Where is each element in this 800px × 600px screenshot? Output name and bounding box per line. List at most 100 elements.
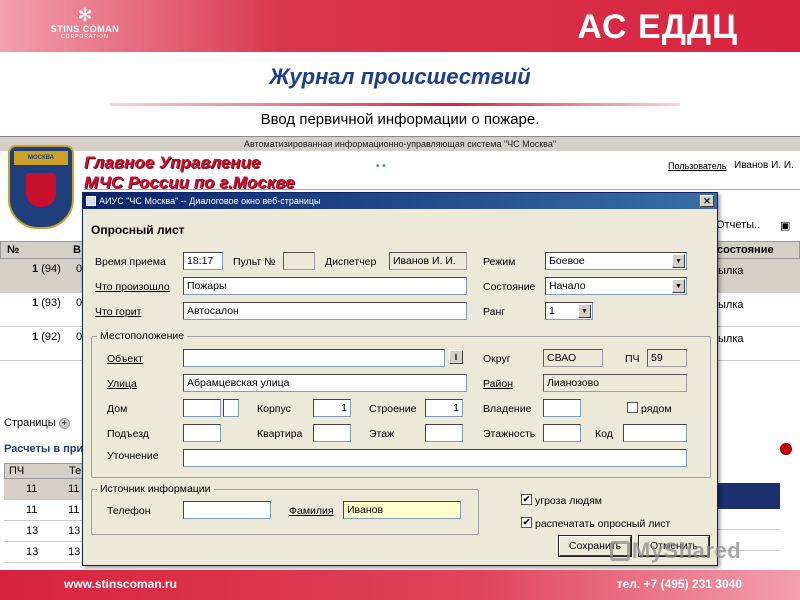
entrance-field[interactable] [183, 424, 221, 442]
chevron-down-icon[interactable]: ▼ [672, 254, 685, 268]
table-row[interactable]: 11 11 [4, 479, 84, 500]
grid-header: № В [0, 241, 84, 259]
what-happened-field[interactable]: Пожары [183, 277, 467, 295]
mchs-emblem-icon: МОСКВА [8, 145, 74, 229]
reports-icon[interactable]: ▣ [780, 219, 790, 232]
logo-mark-icon: ✻ [77, 5, 93, 25]
street-label[interactable]: Улица [107, 378, 137, 390]
entrance-label: Подъезд [107, 428, 149, 440]
app-caption: Автоматизированная информационно-управля… [0, 137, 800, 151]
phone-field[interactable] [183, 501, 271, 519]
slide-header-bar: ✻ STINS COMAN CORPORATION АС ЕДДЦ [0, 0, 800, 52]
reports-link[interactable]: Отчеты.. [716, 219, 760, 231]
floors-total-field[interactable] [543, 424, 581, 442]
pch-field[interactable]: 59 [647, 349, 687, 367]
area-field[interactable]: Лианозово [543, 374, 687, 392]
what-burns-label[interactable]: Что горит [95, 306, 141, 318]
table-row[interactable]: ылка [714, 327, 800, 361]
clarification-field[interactable] [183, 449, 687, 467]
add-page-icon[interactable]: + [58, 417, 70, 429]
time-field[interactable]: 18:17 [183, 252, 223, 270]
code-label: Код [595, 428, 613, 440]
selected-row-highlight[interactable] [714, 483, 780, 509]
what-burns-field[interactable]: Автосалон [183, 302, 467, 320]
window-icon [86, 196, 96, 206]
grid-header-state: состояние [714, 241, 800, 259]
house-letter-field[interactable] [223, 399, 239, 417]
building-field[interactable]: 1 [313, 399, 351, 417]
nearby-checkbox[interactable] [627, 402, 638, 413]
mode-label: Режим [483, 256, 516, 268]
apartment-field[interactable] [313, 424, 351, 442]
mode-select[interactable]: Боевое ▼ [545, 252, 687, 270]
object-field[interactable] [183, 349, 445, 367]
chevron-down-icon[interactable]: ▼ [578, 304, 591, 318]
floors-total-label: Этажность [483, 428, 536, 440]
nearby-label: рядом [641, 403, 672, 415]
close-icon[interactable] [780, 443, 792, 455]
state-select[interactable]: Начало ▼ [545, 277, 687, 295]
slide-subtitle: Ввод первичной информации о пожаре. [260, 111, 540, 128]
pages-control: Страницы + [4, 417, 70, 429]
ownership-label: Владение [483, 403, 532, 415]
footer-site: www.stinscoman.ru [64, 577, 177, 591]
watermark-icon [610, 541, 630, 561]
dialog-titlebar[interactable]: АИУС "ЧС Москва" -- Диалоговое окно веб-… [83, 193, 717, 209]
table-row[interactable]: 1 (94) 0 [0, 259, 84, 293]
incidents-grid-right: состояние ылка ылка ылка [714, 241, 800, 361]
slide-footer-bar: www.stinscoman.ru тел. +7 (495) 231 3040 [0, 570, 800, 600]
print-sheet-checkbox[interactable]: ✔ [521, 517, 532, 528]
header-divider [84, 189, 800, 190]
building-label: Корпус [257, 403, 291, 415]
table-row[interactable]: 11 11 [4, 500, 84, 521]
pch-label: ПЧ [625, 353, 640, 365]
user-link[interactable]: Пользователь [668, 161, 726, 171]
table-row[interactable]: 13 13 [4, 521, 84, 542]
table-row[interactable]: 1 (92) 0 [0, 327, 84, 361]
ownership-field[interactable] [543, 399, 581, 417]
threat-checkbox[interactable]: ✔ [521, 494, 532, 505]
table-row[interactable]: 1 (93) 0 [0, 293, 84, 327]
threat-label: угроза людям [535, 495, 603, 507]
object-label[interactable]: Объект [107, 353, 143, 365]
footer-phone: тел. +7 (495) 231 3040 [616, 577, 742, 591]
console-label: Пульт № [233, 256, 276, 268]
rank-select[interactable]: 1 ▼ [545, 302, 593, 320]
table-row[interactable]: ылка [714, 293, 800, 327]
area-label[interactable]: Район [483, 378, 513, 390]
table-row[interactable]: 13 13 [4, 542, 84, 563]
stins-coman-logo: ✻ STINS COMAN CORPORATION [40, 6, 130, 40]
code-field[interactable] [623, 424, 687, 442]
location-group-title: Местоположение [97, 330, 188, 342]
user-name: Иванов И. И. [734, 160, 794, 171]
floor-field[interactable] [425, 424, 463, 442]
phone-label: Телефон [107, 505, 151, 517]
district-field[interactable]: СВАО [543, 349, 603, 367]
calc-table: ПЧ Те 11 11 11 11 13 13 13 13 [4, 463, 84, 563]
calc-table-header: ПЧ Те [4, 463, 84, 479]
object-lookup-icon[interactable]: i [449, 350, 463, 364]
form-title: Опросный лист [91, 223, 185, 237]
dispatcher-label: Диспетчер [325, 256, 377, 268]
close-button[interactable]: ✕ [700, 195, 714, 207]
incidents-grid: № В 1 (94) 0 1 (93) 0 1 (92) 0 [0, 241, 84, 361]
house-label: Дом [107, 403, 128, 415]
structure-field[interactable]: 1 [425, 399, 463, 417]
rank-label: Ранг [483, 306, 506, 318]
console-field[interactable] [283, 252, 315, 270]
title-underline [110, 103, 680, 106]
slide-title: Журнал происшествий [269, 64, 531, 89]
chevron-down-icon[interactable]: ▼ [672, 279, 685, 293]
floor-label: Этаж [369, 428, 395, 440]
surname-field[interactable]: Иванов [343, 501, 461, 519]
surname-label[interactable]: Фамилия [289, 505, 334, 517]
table-row[interactable]: ылка [714, 259, 800, 293]
dispatcher-field[interactable]: Иванов И. И. [389, 252, 467, 270]
house-field[interactable] [183, 399, 221, 417]
table-row[interactable] [714, 509, 780, 530]
source-group-title: Источник информации [97, 483, 214, 495]
street-field[interactable]: Абрамцевская улица [183, 374, 467, 392]
what-happened-label[interactable]: Что произошло [95, 281, 170, 293]
clarification-label: Уточнение [107, 450, 159, 462]
district-label: Округ [483, 353, 511, 365]
